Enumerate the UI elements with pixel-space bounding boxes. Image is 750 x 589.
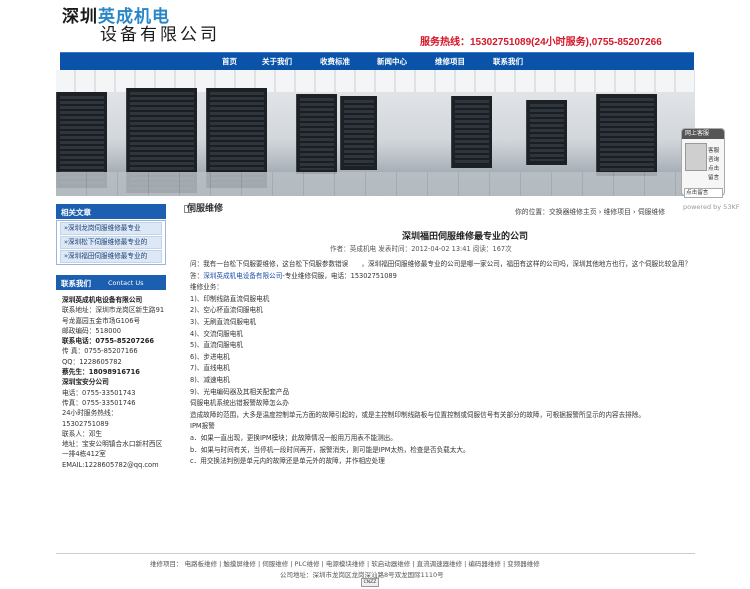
article-body: 问：我有一台松下伺服要维修，这台松下伺服参数错误 ，深圳福田伺服维修最专业的公司…	[190, 260, 692, 466]
breadcrumb[interactable]: 你的位置：交换器维修主页 › 维修项目 › 伺服维修	[515, 206, 665, 216]
nav-contact[interactable]: 联系我们	[493, 56, 523, 67]
nav-about[interactable]: 关于我们	[262, 56, 292, 67]
section-title: 伺服维修	[187, 204, 224, 214]
related-articles-title: 相关文章	[56, 204, 166, 219]
company-link[interactable]: 深圳英成机电设备有限公司	[203, 272, 282, 280]
nav-home[interactable]: 首页	[222, 56, 237, 67]
logo-line2: 设备有限公司	[100, 25, 220, 45]
service-hotline: 服务热线：15302751089(24小时服务),0755-85207266	[420, 37, 662, 48]
leave-message-input[interactable]: 点击留言	[684, 188, 723, 198]
powered-by: powered by 53KF	[683, 203, 740, 211]
main-nav: 首页 关于我们 收费标准 新闻中心 维修项目 联系我们	[60, 52, 694, 70]
related-articles-list: »深圳龙岗伺服维修最专业 »深圳松下伺服维修最专业的 »深圳福田伺服维修最专业的	[56, 220, 166, 265]
avatar	[685, 143, 707, 171]
contact-us-title: 联系我们 Contact Us	[56, 275, 166, 290]
banner-image	[56, 70, 695, 196]
contact-info: 深圳英成机电设备有限公司 联系地址：深圳市龙岗区新生路91号龙嘉园五金市场G10…	[62, 296, 165, 469]
nav-pricing[interactable]: 收费标准	[320, 56, 350, 67]
article-title: 深圳福田伺服维修最专业的公司	[401, 232, 528, 242]
related-link-3[interactable]: »深圳福田伺服维修最专业的	[60, 250, 162, 263]
online-service-widget[interactable]: 网上客服 客服咨询 点击留言 点击留言	[681, 128, 725, 198]
footer-links[interactable]: 维修项目： 电路板维修 | 触摸屏维修 | 伺服维修 | PLC维修 | 电源模…	[150, 558, 540, 568]
footer-divider	[56, 553, 695, 554]
widget-header: 网上客服	[682, 129, 724, 139]
article-meta: 作者：英成机电 发表时间：2012-04-02 13:41 阅读：167次	[330, 245, 512, 253]
nav-news[interactable]: 新闻中心	[377, 56, 407, 67]
stats-badge[interactable]: CNZZ	[361, 578, 379, 587]
nav-repair-items[interactable]: 维修项目	[435, 56, 465, 67]
